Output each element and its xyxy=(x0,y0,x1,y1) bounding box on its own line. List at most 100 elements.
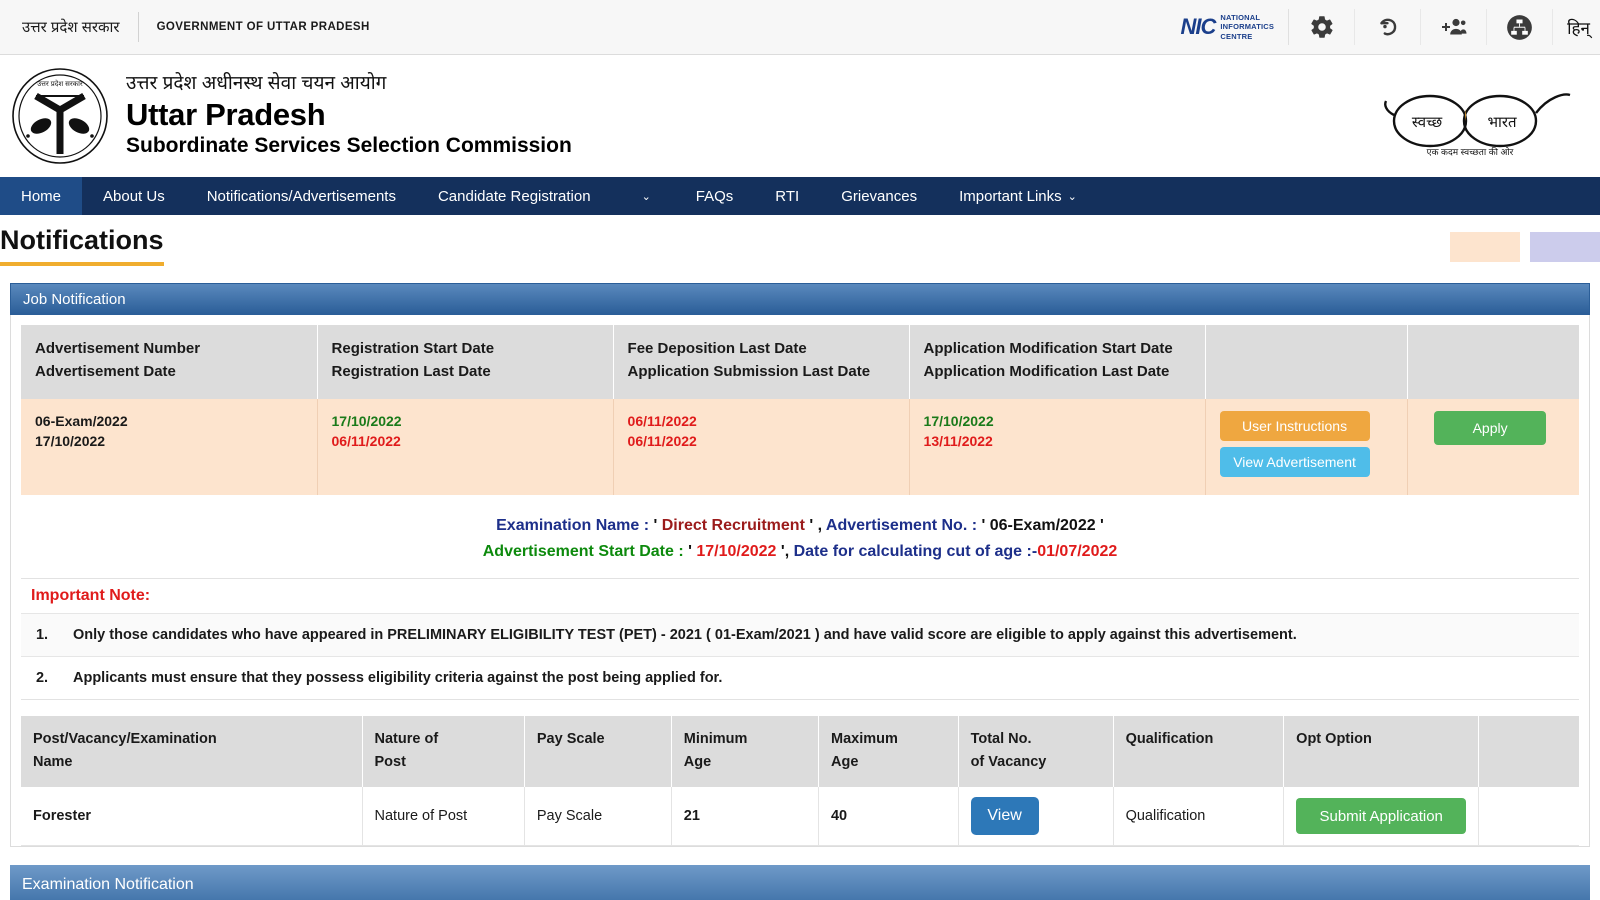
apply-button[interactable]: Apply xyxy=(1434,411,1547,445)
view-vacancy-button[interactable]: View xyxy=(970,797,1039,836)
nic-line-2: INFORMATICS xyxy=(1220,22,1275,32)
col-advertisement-number: Advertisement Number Advertisement Date xyxy=(21,325,318,399)
government-name-english: GOVERNMENT OF UTTAR PRADESH xyxy=(156,21,370,33)
col-pay-scale: Pay Scale xyxy=(524,716,672,788)
top-strip-utilities: NIC NATIONAL INFORMATICS CENTRE हिन् xyxy=(1167,0,1600,54)
organisation-name: Uttar Pradesh xyxy=(126,97,326,133)
svg-text:स्वच्छ: स्वच्छ xyxy=(1412,114,1443,131)
col-line-2: Advertisement Date xyxy=(35,362,176,380)
post-vacancy-table: Post/Vacancy/Examination Name Nature of … xyxy=(21,716,1579,847)
col-modification-dates: Application Modification Start Date Appl… xyxy=(909,325,1206,399)
nav-item-candidate-registration-dropdown[interactable]: ⌄ xyxy=(612,177,675,215)
svg-text:भारत: भारत xyxy=(1487,114,1517,131)
cell-pay-scale[interactable]: Pay Scale xyxy=(524,787,672,847)
svg-text:एक कदम स्वच्छता की ओर: एक कदम स्वच्छता की ओर xyxy=(1427,146,1514,157)
note-text: Only those candidates who have appeared … xyxy=(63,613,1579,657)
important-note-list: 1. Only those candidates who have appear… xyxy=(21,613,1579,700)
registration-last-date: 06/11/2022 xyxy=(331,433,401,450)
nic-line-3: CENTRE xyxy=(1220,31,1253,41)
col-line-1: Fee Deposition Last Date xyxy=(627,340,807,357)
col-extra xyxy=(1478,716,1579,788)
nav-label: Important Links xyxy=(959,187,1062,205)
nav-label: FAQs xyxy=(695,187,734,205)
important-note-title: Important Note: xyxy=(21,579,1579,614)
gear-icon[interactable] xyxy=(1289,9,1356,45)
registration-start-date: 17/10/2022 xyxy=(331,413,402,429)
col-line-2: Registration Last Date xyxy=(331,362,491,380)
separator: , xyxy=(817,517,826,534)
quote-close-a: ' xyxy=(804,517,818,534)
cell-apply: Apply xyxy=(1407,399,1579,495)
col-line-1: Pay Scale xyxy=(536,731,605,748)
col-line-1: Minimum xyxy=(683,731,748,748)
col-line-2: of Vacancy xyxy=(970,753,1047,770)
list-item: 2. Applicants must ensure that they poss… xyxy=(21,656,1579,700)
application-modification-start-date: 17/10/2022 xyxy=(923,413,994,429)
col-registration-dates: Registration Start Date Registration Las… xyxy=(317,325,614,399)
col-line-2: Age xyxy=(683,753,712,770)
cell-post-name: Forester xyxy=(21,787,363,847)
col-line-1: Registration Start Date xyxy=(331,340,495,357)
cell-minimum-age: 21 xyxy=(671,787,819,847)
nav-item-about-us[interactable]: About Us xyxy=(82,177,186,215)
cut-off-age-value: 01/07/2022 xyxy=(1037,542,1118,560)
examination-info-line-2: Advertisement Start Date : ' 17/10/2022 … xyxy=(21,539,1579,565)
nav-item-notifications-advertisements[interactable]: Notifications/Advertisements xyxy=(186,177,417,215)
exam-name-label: Examination Name : xyxy=(496,517,654,534)
col-minimum-age: Minimum Age xyxy=(671,716,819,788)
nav-item-faqs[interactable]: FAQs xyxy=(675,177,755,215)
swachh-bharat-logo: स्वच्छ भारत एक कदम स्वच्छता की ओर xyxy=(1382,71,1572,161)
col-line-1: Qualification xyxy=(1125,731,1214,748)
view-advertisement-button[interactable]: View Advertisement xyxy=(1219,447,1370,477)
cell-total-vacancy: View xyxy=(958,787,1114,847)
nav-label: RTI xyxy=(775,187,800,205)
col-documents xyxy=(1205,325,1409,399)
cell-fee-application-dates: 06/11/2022 06/11/2022 xyxy=(613,399,910,495)
col-line-1: Opt Option xyxy=(1296,731,1372,748)
advertisement-start-date-value: 17/10/2022 xyxy=(696,542,777,560)
nic-fullname: NATIONAL INFORMATICS CENTRE xyxy=(1220,13,1274,40)
cell-advertisement: 06-Exam/2022 17/10/2022 xyxy=(21,399,318,495)
page-title: Notifications xyxy=(0,225,164,266)
job-notification-panel-heading: Job Notification xyxy=(10,283,1590,315)
add-user-icon[interactable] xyxy=(1421,9,1488,45)
separator-2: , xyxy=(784,542,794,560)
job-notification-panel: Job Notification Advertisement Number Ad… xyxy=(10,283,1590,848)
organisation-name-hindi: उत्तर प्रदेश अधीनस्थ सेवा चयन आयोग xyxy=(126,73,387,95)
advertisement-number: 06-Exam/2022 xyxy=(35,413,128,429)
nav-label: Home xyxy=(21,187,62,205)
cell-opt-option: Submit Application xyxy=(1283,787,1480,847)
col-qualification: Qualification xyxy=(1113,716,1285,788)
fee-deposition-last-date: 06/11/2022 xyxy=(627,413,697,429)
chevron-down-icon: ⌄ xyxy=(641,190,651,203)
nic-wordmark: NIC xyxy=(1180,14,1217,39)
quote-open-a: ' xyxy=(653,517,662,534)
note-number: 2. xyxy=(21,656,63,700)
nic-logo: NIC NATIONAL INFORMATICS CENTRE xyxy=(1167,9,1290,45)
sitemap-icon[interactable] xyxy=(1487,9,1554,45)
nav-item-important-links[interactable]: Important Links ⌄ xyxy=(938,177,1098,215)
cell-qualification[interactable]: Qualification xyxy=(1113,787,1285,847)
cell-maximum-age: 40 xyxy=(818,787,959,847)
submit-application-button[interactable]: Submit Application xyxy=(1296,798,1467,835)
cell-registration-dates: 17/10/2022 06/11/2022 xyxy=(317,399,614,495)
undo-icon[interactable] xyxy=(1355,9,1422,45)
nav-item-grievances[interactable]: Grievances xyxy=(820,177,938,215)
advertisement-start-date-label: Advertisement Start Date : xyxy=(482,542,689,560)
government-branding: उत्तर प्रदेश सरकार GOVERNMENT OF UTTAR P… xyxy=(0,0,370,54)
advertisement-no-label: Advertisement No. : xyxy=(825,517,982,534)
site-masthead: उत्तर प्रदेश सरकार उत्तर प्रदेश अधीनस्थ … xyxy=(0,55,1600,177)
nav-item-rti[interactable]: RTI xyxy=(754,177,820,215)
application-modification-last-date: 13/11/2022 xyxy=(923,433,993,450)
nav-item-home[interactable]: Home xyxy=(0,177,83,215)
legend-lavender-swatch xyxy=(1530,232,1600,262)
nav-item-candidate-registration[interactable]: Candidate Registration xyxy=(417,177,612,215)
col-line-1: Post/Vacancy/Examination xyxy=(33,731,217,748)
col-nature-of-post: Nature of Post xyxy=(362,716,525,788)
col-opt-option: Opt Option xyxy=(1283,716,1480,788)
job-notification-table: Advertisement Number Advertisement Date … xyxy=(21,325,1579,495)
language-toggle[interactable]: हिन् xyxy=(1553,9,1600,45)
col-line-2: Age xyxy=(830,753,859,770)
cell-nature-of-post[interactable]: Nature of Post xyxy=(362,787,525,847)
user-instructions-button[interactable]: User Instructions xyxy=(1219,411,1370,441)
